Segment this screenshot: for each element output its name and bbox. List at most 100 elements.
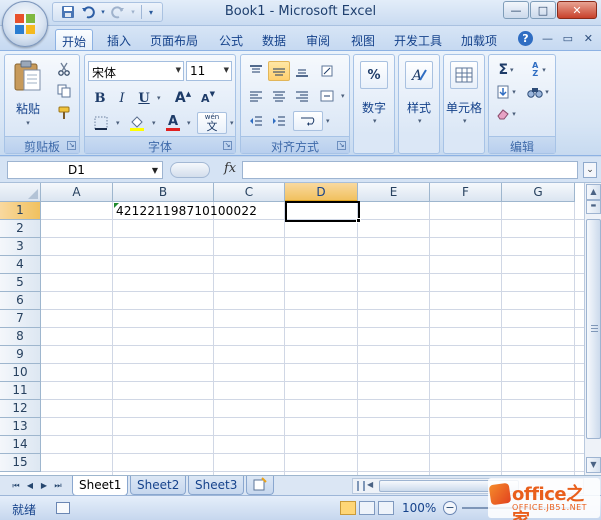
column-header-G[interactable]: G: [502, 183, 575, 202]
fill-color-button[interactable]: [126, 113, 148, 133]
borders-button[interactable]: [90, 113, 112, 133]
clear-button[interactable]: ▾: [492, 104, 520, 124]
align-center-button[interactable]: [268, 86, 290, 106]
tab-home[interactable]: 开始: [55, 29, 94, 50]
tab-data[interactable]: 数据: [256, 29, 292, 50]
borders-dropdown-icon[interactable]: ▾: [116, 119, 120, 127]
fill-handle[interactable]: [356, 218, 361, 223]
zoom-level[interactable]: 100%: [402, 501, 436, 515]
scroll-left-button[interactable]: ◀: [367, 480, 373, 489]
column-header-E[interactable]: E: [358, 183, 430, 202]
sheet-tab-1[interactable]: Sheet1: [72, 476, 129, 496]
row-header-4[interactable]: 4: [0, 256, 41, 274]
formula-input[interactable]: [242, 161, 578, 179]
underline-button[interactable]: U: [134, 88, 154, 108]
help-icon[interactable]: ?: [518, 31, 533, 46]
column-header-C[interactable]: C: [214, 183, 285, 202]
row-header-14[interactable]: 14: [0, 436, 41, 454]
row-header-12[interactable]: 12: [0, 400, 41, 418]
row-header-2[interactable]: 2: [0, 220, 41, 238]
sort-filter-button[interactable]: A Z ▾: [523, 60, 553, 80]
name-box-dropdown-icon[interactable]: ▼: [152, 166, 158, 175]
wrap-text-button[interactable]: [293, 111, 323, 131]
row-header-1[interactable]: 1: [0, 202, 41, 220]
clipboard-launcher-icon[interactable]: ↘: [67, 141, 76, 150]
align-middle-button[interactable]: [268, 61, 290, 81]
row-header-8[interactable]: 8: [0, 328, 41, 346]
increase-indent-button[interactable]: [268, 111, 290, 131]
vertical-scrollbar[interactable]: ▲ ▬ ▼: [584, 183, 601, 475]
format-painter-button[interactable]: [53, 103, 75, 123]
prev-sheet-icon[interactable]: ◀: [24, 479, 36, 492]
name-box[interactable]: D1 ▼: [7, 161, 163, 179]
office-button[interactable]: [2, 1, 48, 47]
worksheet-grid[interactable]: ABCDEFG 1 2 3 4 5 6 7 8 9 10 11 12 13 14 15 4212211987…: [0, 183, 584, 475]
last-sheet-icon[interactable]: ⏭: [52, 479, 64, 492]
tab-split-handle[interactable]: [357, 481, 365, 491]
ribbon-close-icon[interactable]: ✕: [584, 32, 593, 45]
next-sheet-icon[interactable]: ▶: [38, 479, 50, 492]
font-launcher-icon[interactable]: ↘: [223, 141, 232, 150]
merge-center-button[interactable]: [316, 86, 338, 106]
font-size-dropdown-icon[interactable]: ▼: [224, 66, 229, 74]
shrink-font-button[interactable]: A ▼: [197, 88, 219, 108]
align-top-button[interactable]: [245, 61, 267, 81]
tab-addins[interactable]: 加载项: [455, 29, 503, 50]
font-name-input[interactable]: 宋体 ▼: [88, 61, 184, 81]
tab-formulas[interactable]: 公式: [213, 29, 249, 50]
row-header-13[interactable]: 13: [0, 418, 41, 436]
row-header-3[interactable]: 3: [0, 238, 41, 256]
grow-font-button[interactable]: A ▲: [171, 88, 195, 108]
selected-cell-D1[interactable]: [285, 201, 360, 222]
font-size-input[interactable]: 11 ▼: [186, 61, 232, 81]
cells-dropdown-icon[interactable]: ▾: [463, 117, 467, 125]
fill-color-dropdown-icon[interactable]: ▾: [152, 119, 156, 127]
alignment-launcher-icon[interactable]: ↘: [337, 141, 346, 150]
select-all-button[interactable]: [0, 183, 41, 202]
column-header-B[interactable]: B: [113, 183, 214, 202]
phonetic-guide-button[interactable]: wén 文: [197, 112, 227, 134]
number-dropdown-icon[interactable]: ▾: [373, 117, 377, 125]
row-header-7[interactable]: 7: [0, 310, 41, 328]
sheet-tab-3[interactable]: Sheet3: [188, 476, 245, 495]
tab-insert[interactable]: 插入: [101, 29, 137, 50]
align-right-button[interactable]: [291, 86, 313, 106]
orientation-button[interactable]: [316, 61, 338, 81]
styles-dropdown-icon[interactable]: ▾: [418, 117, 422, 125]
number-format-button[interactable]: %: [360, 61, 388, 89]
font-color-button[interactable]: A: [162, 113, 184, 133]
normal-view-button[interactable]: [340, 501, 356, 515]
scroll-up-button[interactable]: ▲: [586, 184, 601, 200]
ribbon-minimize-icon[interactable]: —: [542, 32, 553, 45]
close-button[interactable]: ✕: [557, 1, 597, 19]
zoom-out-button[interactable]: −: [443, 501, 457, 515]
cells-button[interactable]: [450, 61, 478, 89]
row-header-11[interactable]: 11: [0, 382, 41, 400]
ribbon-restore-icon[interactable]: ▭: [563, 32, 573, 45]
first-sheet-icon[interactable]: ⏮: [10, 479, 22, 492]
column-header-A[interactable]: A: [41, 183, 113, 202]
row-header-5[interactable]: 5: [0, 274, 41, 292]
insert-function-icon[interactable]: fx: [224, 161, 236, 176]
row-header-6[interactable]: 6: [0, 292, 41, 310]
column-header-D[interactable]: D: [285, 183, 358, 202]
row-header-9[interactable]: 9: [0, 346, 41, 364]
expand-formula-bar-icon[interactable]: ⌄: [583, 162, 597, 178]
split-box[interactable]: ▬: [586, 200, 601, 214]
tab-page-layout[interactable]: 页面布局: [144, 29, 204, 50]
cut-button[interactable]: [53, 59, 75, 79]
tab-review[interactable]: 审阅: [300, 29, 336, 50]
macro-record-icon[interactable]: [56, 502, 70, 514]
autosum-button[interactable]: Σ ▾: [492, 60, 520, 80]
decrease-indent-button[interactable]: [245, 111, 267, 131]
row-header-10[interactable]: 10: [0, 364, 41, 382]
vertical-scroll-thumb[interactable]: [586, 219, 601, 439]
insert-sheet-button[interactable]: [246, 476, 274, 495]
minimize-button[interactable]: —: [503, 1, 529, 19]
underline-dropdown-icon[interactable]: ▾: [157, 94, 161, 102]
page-layout-view-button[interactable]: [359, 501, 375, 515]
find-select-button[interactable]: ▾: [523, 82, 553, 102]
tab-developer[interactable]: 开发工具: [388, 29, 448, 50]
copy-button[interactable]: [53, 81, 75, 101]
phonetic-dropdown-icon[interactable]: ▾: [230, 119, 234, 127]
